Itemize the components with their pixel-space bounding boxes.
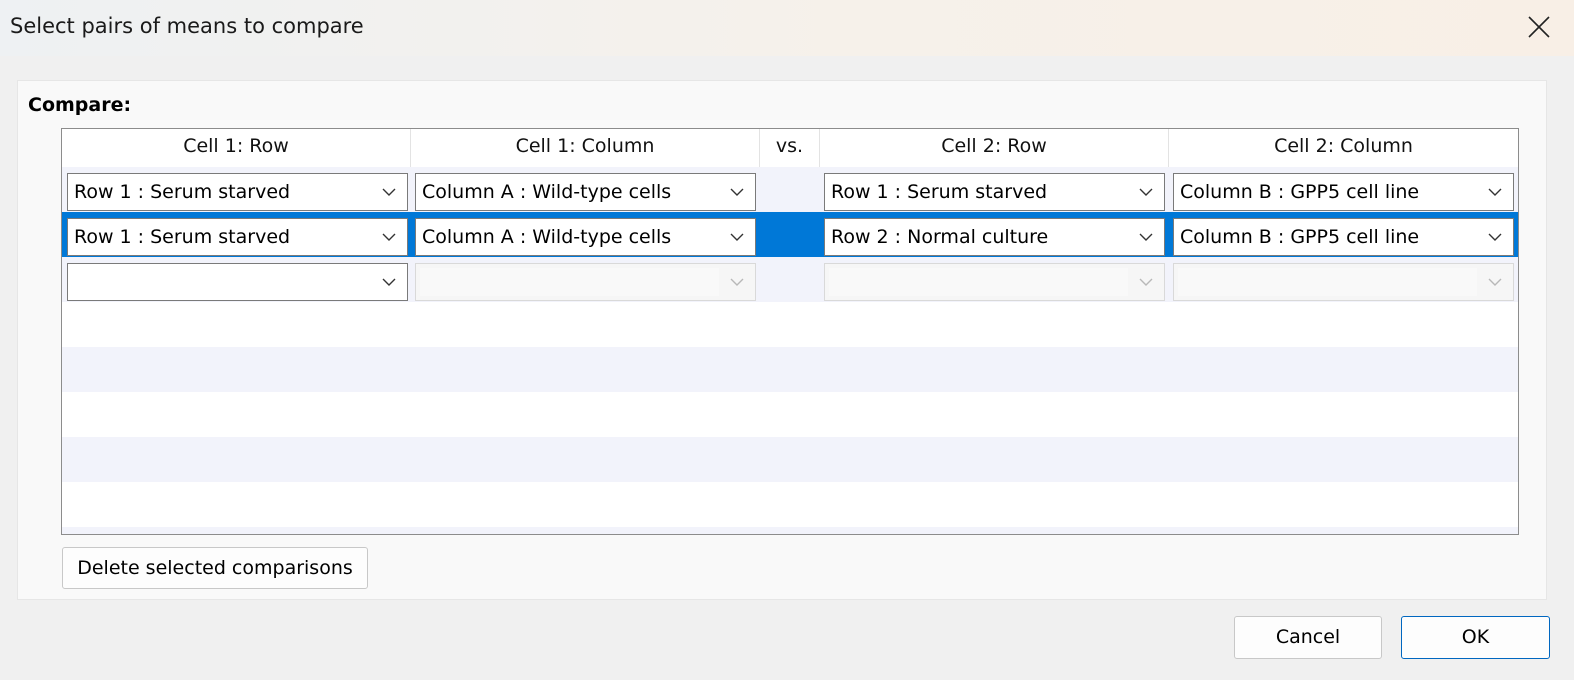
table-row xyxy=(62,437,1518,482)
dropdown-value: Row 1 : Serum starved xyxy=(831,181,1048,203)
close-icon xyxy=(1528,16,1550,38)
chevron-down-icon xyxy=(730,233,744,241)
header-cell2-column: Cell 2: Column xyxy=(1169,129,1518,167)
chevron-down-icon xyxy=(1488,233,1502,241)
cell1-row-dropdown[interactable]: Row 1 : Serum starved xyxy=(67,173,408,211)
dropdown-value: Row 2 : Normal culture xyxy=(831,226,1049,248)
select-pairs-dialog: Select pairs of means to compare Compare… xyxy=(0,0,1574,680)
window-title: Select pairs of means to compare xyxy=(10,14,364,38)
cell1-row-dropdown[interactable] xyxy=(67,263,408,301)
chevron-down-icon xyxy=(730,188,744,196)
table-row xyxy=(62,347,1518,392)
cell2-row-dropdown[interactable]: Row 1 : Serum starved xyxy=(824,173,1165,211)
dropdown-value: Row 1 : Serum starved xyxy=(74,181,291,203)
table-row xyxy=(62,482,1518,527)
header-vs: vs. xyxy=(760,129,820,167)
chevron-down-icon xyxy=(382,188,396,196)
chevron-down-icon xyxy=(1139,188,1153,196)
header-cell1-row: Cell 1: Row xyxy=(62,129,411,167)
cell2-row-dropdown[interactable]: Row 2 : Normal culture xyxy=(824,218,1165,256)
delete-selected-comparisons-button[interactable]: Delete selected comparisons xyxy=(62,547,368,589)
chevron-down-icon xyxy=(382,233,396,241)
header-cell2-row: Cell 2: Row xyxy=(820,129,1169,167)
comparisons-grid: Cell 1: Row Cell 1: Column vs. Cell 2: R… xyxy=(61,128,1519,535)
cell1-row-dropdown[interactable]: Row 1 : Serum starved xyxy=(67,218,408,256)
cell1-column-dropdown[interactable]: Column A : Wild-type cells xyxy=(415,218,756,256)
close-button[interactable] xyxy=(1512,4,1564,50)
chevron-down-icon xyxy=(1139,233,1153,241)
dropdown-value: Row 1 : Serum starved xyxy=(74,226,291,248)
title-bar: Select pairs of means to compare xyxy=(0,0,1574,56)
compare-label: Compare: xyxy=(28,94,132,116)
chevron-down-icon xyxy=(1488,278,1502,286)
dropdown-value: Column B : GPP5 cell line xyxy=(1180,181,1420,203)
chevron-down-icon xyxy=(1139,278,1153,286)
cell2-column-dropdown-disabled xyxy=(1173,263,1514,301)
cancel-button[interactable]: Cancel xyxy=(1234,616,1382,659)
chevron-down-icon xyxy=(382,278,396,286)
ok-button[interactable]: OK xyxy=(1401,616,1550,659)
dropdown-value: Column A : Wild-type cells xyxy=(422,226,672,248)
dropdown-value: Column A : Wild-type cells xyxy=(422,181,672,203)
table-row xyxy=(62,392,1518,437)
header-cell1-column: Cell 1: Column xyxy=(411,129,760,167)
chevron-down-icon xyxy=(730,278,744,286)
cell1-column-dropdown-disabled xyxy=(415,263,756,301)
cell1-column-dropdown[interactable]: Column A : Wild-type cells xyxy=(415,173,756,211)
dropdown-value: Column B : GPP5 cell line xyxy=(1180,226,1420,248)
cell2-column-dropdown[interactable]: Column B : GPP5 cell line xyxy=(1173,218,1514,256)
cell2-row-dropdown-disabled xyxy=(824,263,1165,301)
cell2-column-dropdown[interactable]: Column B : GPP5 cell line xyxy=(1173,173,1514,211)
chevron-down-icon xyxy=(1488,188,1502,196)
table-row xyxy=(62,527,1518,534)
table-row xyxy=(62,302,1518,347)
